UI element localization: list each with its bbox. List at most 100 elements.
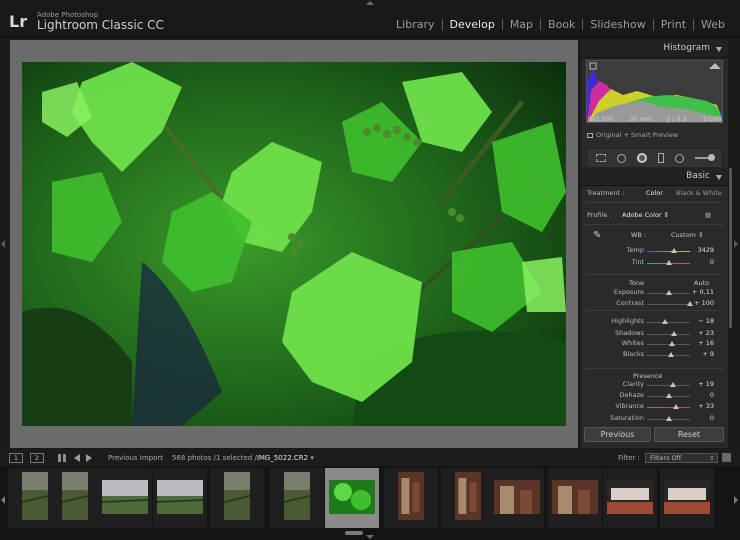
- basic-header[interactable]: Basic: [581, 168, 728, 186]
- slider-handle[interactable]: [666, 290, 673, 295]
- slider-value[interactable]: 0: [710, 258, 714, 266]
- spot-removal-icon[interactable]: [617, 153, 627, 163]
- slider-handle[interactable]: [665, 260, 672, 265]
- module-map[interactable]: Map: [503, 18, 540, 31]
- histogram-header[interactable]: Histogram: [581, 40, 728, 58]
- slider-exposure[interactable]: Exposure + 0,11: [581, 288, 728, 298]
- filmstrip-thumbnail[interactable]: [98, 468, 152, 528]
- slider-value[interactable]: 0: [710, 391, 714, 399]
- adjustment-brush-icon[interactable]: [694, 154, 715, 161]
- slider-saturation[interactable]: Saturation 0: [581, 414, 728, 424]
- slider-handle[interactable]: [670, 331, 677, 336]
- radial-filter-icon[interactable]: [674, 153, 684, 163]
- filmstrip-thumbnail[interactable]: [441, 468, 495, 528]
- second-window-button[interactable]: 2: [30, 453, 44, 463]
- slider-clarity[interactable]: Clarity + 19: [581, 380, 728, 390]
- filmstrip-thumbnail[interactable]: [48, 468, 102, 528]
- slider-value[interactable]: + 23: [698, 329, 714, 337]
- slider-handle[interactable]: [672, 404, 679, 409]
- slider-handle[interactable]: [661, 319, 668, 324]
- slider-blacks[interactable]: Blacks + 9: [581, 350, 728, 360]
- module-print[interactable]: Print: [654, 18, 693, 31]
- red-eye-icon[interactable]: [637, 153, 648, 163]
- slider-value[interactable]: + 33: [698, 402, 714, 410]
- collapse-right-panel-arrow[interactable]: [734, 240, 738, 248]
- slider-handle[interactable]: [665, 416, 672, 421]
- slider-track[interactable]: [647, 407, 690, 408]
- main-photo[interactable]: [22, 62, 566, 426]
- slider-handle[interactable]: [667, 352, 674, 357]
- slider-contrast[interactable]: Contrast + 100: [581, 299, 728, 309]
- slider-value[interactable]: − 18: [698, 317, 714, 325]
- smart-preview-status[interactable]: Original + Smart Preview: [587, 131, 678, 139]
- module-book[interactable]: Book: [541, 18, 582, 31]
- wb-eyedropper-icon[interactable]: ✎: [593, 230, 601, 241]
- slider-value[interactable]: + 0,11: [692, 288, 714, 296]
- filmstrip-thumbnail[interactable]: [210, 468, 264, 528]
- module-slideshow[interactable]: Slideshow: [583, 18, 652, 31]
- collapse-triangle-icon[interactable]: [716, 175, 722, 180]
- filmstrip-thumbnail[interactable]: [153, 468, 207, 528]
- profile-browser-icon[interactable]: ▦: [705, 211, 711, 219]
- filmstrip-thumbnail[interactable]: [490, 468, 544, 528]
- filmstrip-thumbnail[interactable]: [325, 468, 379, 528]
- profile-dropdown[interactable]: Adobe Color ⇕: [622, 211, 669, 219]
- slider-value[interactable]: + 19: [698, 380, 714, 388]
- slider-tint[interactable]: Tint 0: [581, 258, 728, 268]
- filmstrip-thumbnail[interactable]: [384, 468, 438, 528]
- slider-whites[interactable]: Whites + 16: [581, 339, 728, 349]
- source-label[interactable]: Previous Import: [108, 454, 163, 462]
- filter-lock-icon[interactable]: [722, 453, 731, 462]
- tone-auto-button[interactable]: Auto: [694, 279, 709, 287]
- back-arrow-icon[interactable]: [74, 454, 80, 462]
- slider-shadows[interactable]: Shadows + 23: [581, 329, 728, 339]
- graduated-filter-icon[interactable]: [657, 153, 664, 163]
- photo-count[interactable]: 568 photos /1 selected /IMG_5022.CR2 ▾: [172, 454, 314, 462]
- module-library[interactable]: Library: [389, 18, 441, 31]
- filmstrip-left-arrow[interactable]: [1, 496, 5, 504]
- slider-handle[interactable]: [670, 248, 677, 253]
- slider-handle[interactable]: [665, 393, 672, 398]
- reset-button[interactable]: Reset: [654, 427, 724, 442]
- slider-track[interactable]: [647, 334, 690, 335]
- main-window-button[interactable]: 1: [9, 453, 23, 463]
- slider-track[interactable]: [647, 304, 690, 305]
- histogram-graph[interactable]: [586, 60, 723, 123]
- collapse-triangle-icon[interactable]: [716, 47, 722, 52]
- slider-highlights[interactable]: Highlights − 18: [581, 317, 728, 327]
- slider-dehaze[interactable]: Dehaze 0: [581, 391, 728, 401]
- wb-dropdown[interactable]: Custom ⇕: [671, 231, 703, 239]
- slider-value[interactable]: 3429: [697, 246, 714, 254]
- treatment-color-option[interactable]: Color: [646, 189, 663, 197]
- slider-value[interactable]: + 100: [694, 299, 714, 307]
- slider-value[interactable]: + 16: [698, 339, 714, 347]
- collapse-left-panel-arrow[interactable]: [1, 240, 5, 248]
- module-web[interactable]: Web: [694, 18, 732, 31]
- slider-track[interactable]: [647, 385, 690, 386]
- grid-view-icon[interactable]: [58, 454, 66, 462]
- filmstrip-thumbnail[interactable]: [603, 468, 657, 528]
- slider-value[interactable]: + 9: [702, 350, 714, 358]
- right-panel-scrollbar[interactable]: [729, 168, 732, 328]
- slider-handle[interactable]: [668, 341, 675, 346]
- collapse-top-panel-arrow[interactable]: [366, 1, 374, 5]
- filter-dropdown[interactable]: Filters Off ⇕: [645, 453, 718, 463]
- module-develop[interactable]: Develop: [443, 18, 502, 31]
- slider-vibrance[interactable]: Vibrance + 33: [581, 402, 728, 412]
- photo-canvas[interactable]: [10, 40, 578, 448]
- filmstrip-thumbnail[interactable]: [270, 468, 324, 528]
- previous-button[interactable]: Previous: [584, 427, 651, 442]
- crop-overlay-icon[interactable]: [596, 154, 607, 162]
- slider-track[interactable]: [647, 251, 690, 252]
- slider-handle[interactable]: [687, 301, 693, 306]
- slider-value[interactable]: 0: [710, 414, 714, 422]
- filmstrip-right-arrow[interactable]: [734, 496, 738, 504]
- slider-handle[interactable]: [669, 382, 676, 387]
- filmstrip-scrollbar[interactable]: [345, 531, 363, 535]
- collapse-bottom-panel-arrow[interactable]: [366, 535, 374, 539]
- slider-track[interactable]: [647, 322, 690, 323]
- filmstrip-thumbnail[interactable]: [660, 468, 714, 528]
- filmstrip-thumbnail[interactable]: [548, 468, 602, 528]
- treatment-bw-option[interactable]: Black & White: [676, 189, 722, 197]
- forward-arrow-icon[interactable]: [86, 454, 92, 462]
